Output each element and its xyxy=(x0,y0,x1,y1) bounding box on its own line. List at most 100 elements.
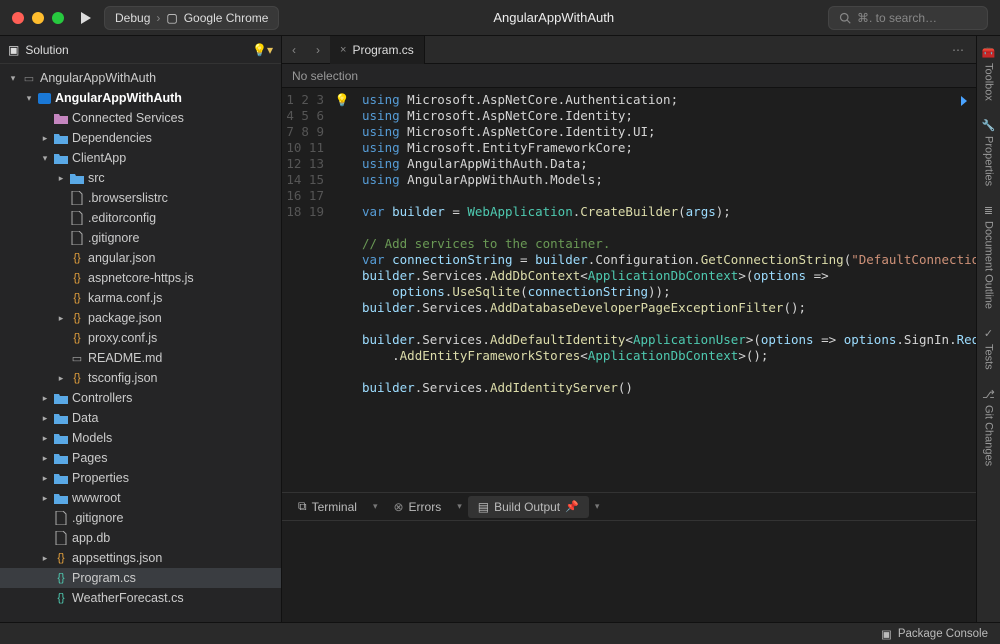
disclosure-icon[interactable]: ▸ xyxy=(40,493,50,504)
cs-icon: {} xyxy=(54,571,68,585)
run-config-picker[interactable]: Debug › ▢ Google Chrome xyxy=(104,6,279,30)
solution-sidebar: ▣ Solution 💡▾ ▾▭AngularAppWithAuth▾Angul… xyxy=(0,36,282,622)
rail-properties[interactable]: 🔧Properties xyxy=(982,119,996,186)
tree-node[interactable]: Connected Services xyxy=(0,108,281,128)
toolbox-icon: 🧰 xyxy=(982,46,996,59)
target-name: Google Chrome xyxy=(184,11,269,25)
file-icon xyxy=(70,211,84,225)
folder-icon xyxy=(54,411,68,425)
status-bar: ▣ Package Console xyxy=(0,622,1000,644)
disclosure-icon[interactable]: ▸ xyxy=(56,313,66,324)
tab-close-icon[interactable]: × xyxy=(340,44,346,56)
tree-node[interactable]: {}Program.cs xyxy=(0,568,281,588)
chevron-down-icon[interactable]: ▾ xyxy=(455,501,464,512)
tree-node[interactable]: ▸{}appsettings.json xyxy=(0,548,281,568)
disclosure-icon[interactable]: ▸ xyxy=(40,133,50,144)
disclosure-icon[interactable]: ▾ xyxy=(40,153,50,164)
rail-tests[interactable]: ✓Tests xyxy=(983,327,995,370)
disclosure-icon[interactable]: ▾ xyxy=(24,93,34,104)
tree-label: WeatherForecast.cs xyxy=(72,591,184,605)
tree-label: appsettings.json xyxy=(72,551,162,565)
rail-document-outline[interactable]: ≣Document Outline xyxy=(983,204,995,309)
nav-forward-button[interactable]: › xyxy=(306,43,330,57)
tree-node[interactable]: {}WeatherForecast.cs xyxy=(0,588,281,608)
status-package-console[interactable]: Package Console xyxy=(898,628,988,640)
disclosure-icon[interactable]: ▸ xyxy=(40,413,50,424)
bottom-panel: ⧉ Terminal ▾ ⊗ Errors ▾ ▤ Build Output 📌… xyxy=(282,492,976,622)
tree-node[interactable]: ▭ README.md xyxy=(0,348,281,368)
tree-label: README.md xyxy=(88,351,162,365)
tree-label: karma.conf.js xyxy=(88,291,162,305)
tree-node[interactable]: .browserslistrc xyxy=(0,188,281,208)
global-search[interactable]: ⌘. to search… xyxy=(828,6,988,30)
minimize-window-button[interactable] xyxy=(32,12,44,24)
build-icon: ▤ xyxy=(478,500,489,514)
build-output-body[interactable] xyxy=(282,521,976,622)
tree-node[interactable]: ▾▭AngularAppWithAuth xyxy=(0,68,281,88)
glyph-margin: 💡 xyxy=(332,88,352,492)
rail-git-changes[interactable]: ⎇Git Changes xyxy=(982,388,995,466)
disclosure-icon[interactable]: ▸ xyxy=(56,373,66,384)
tree-node[interactable]: ▸src xyxy=(0,168,281,188)
tree-label: angular.json xyxy=(88,251,155,265)
disclosure-icon[interactable]: ▸ xyxy=(40,433,50,444)
tree-node[interactable]: ▸Models xyxy=(0,428,281,448)
code-content[interactable]: using Microsoft.AspNetCore.Authenticatio… xyxy=(352,88,976,492)
disclosure-icon[interactable]: ▸ xyxy=(40,393,50,404)
window-title: AngularAppWithAuth xyxy=(279,10,828,25)
chevron-down-icon[interactable]: ▾ xyxy=(371,501,380,512)
tree-node[interactable]: ▸Properties xyxy=(0,468,281,488)
disclosure-icon[interactable]: ▸ xyxy=(40,473,50,484)
lightbulb-icon[interactable]: 💡▾ xyxy=(252,43,273,57)
disclosure-icon[interactable]: ▸ xyxy=(56,173,66,184)
file-icon xyxy=(70,231,84,245)
chevron-down-icon[interactable]: ▾ xyxy=(593,501,602,512)
disclosure-icon[interactable]: ▾ xyxy=(8,73,18,84)
maximize-window-button[interactable] xyxy=(52,12,64,24)
disclosure-icon[interactable]: ▸ xyxy=(40,553,50,564)
search-placeholder: ⌘. to search… xyxy=(857,11,937,25)
tree-node[interactable]: {}karma.conf.js xyxy=(0,288,281,308)
tab-program-cs[interactable]: × Program.cs xyxy=(330,36,425,64)
breadcrumb-text: No selection xyxy=(292,69,358,83)
tree-node[interactable]: ▾AngularAppWithAuth xyxy=(0,88,281,108)
git-icon: ⎇ xyxy=(982,388,995,401)
rail-toolbox[interactable]: 🧰Toolbox xyxy=(982,46,996,101)
breadcrumb-bar[interactable]: No selection xyxy=(282,64,976,88)
lightbulb-icon[interactable]: 💡 xyxy=(335,93,350,107)
tree-node[interactable]: app.db xyxy=(0,528,281,548)
tree-label: app.db xyxy=(72,531,110,545)
tab-terminal[interactable]: ⧉ Terminal xyxy=(288,495,367,518)
nav-back-button[interactable]: ‹ xyxy=(282,43,306,57)
tree-node[interactable]: ▸Controllers xyxy=(0,388,281,408)
solution-tree[interactable]: ▾▭AngularAppWithAuth▾AngularAppWithAuth C… xyxy=(0,64,281,622)
json-icon: {} xyxy=(70,371,84,385)
tree-label: Connected Services xyxy=(72,111,184,125)
tree-node[interactable]: ▸{}package.json xyxy=(0,308,281,328)
tab-errors[interactable]: ⊗ Errors xyxy=(383,496,451,518)
tree-node[interactable]: {}aspnetcore-https.js xyxy=(0,268,281,288)
tree-label: package.json xyxy=(88,311,162,325)
tree-node[interactable]: .gitignore xyxy=(0,508,281,528)
outline-icon: ≣ xyxy=(984,204,993,217)
tree-node[interactable]: .editorconfig xyxy=(0,208,281,228)
code-editor[interactable]: 1 2 3 4 5 6 7 8 9 10 11 12 13 14 15 16 1… xyxy=(282,88,976,492)
tree-node[interactable]: ▸wwwroot xyxy=(0,488,281,508)
md-icon: ▭ xyxy=(70,351,84,365)
close-window-button[interactable] xyxy=(12,12,24,24)
tree-node[interactable]: ▸Dependencies xyxy=(0,128,281,148)
tree-node[interactable]: {}angular.json xyxy=(0,248,281,268)
tab-build-output[interactable]: ▤ Build Output 📌 xyxy=(468,496,589,518)
disclosure-icon[interactable]: ▸ xyxy=(40,453,50,464)
tree-node[interactable]: ▸{}tsconfig.json xyxy=(0,368,281,388)
pin-icon[interactable]: 📌 xyxy=(565,500,579,513)
tree-node[interactable]: ▸Data xyxy=(0,408,281,428)
tree-node[interactable]: .gitignore xyxy=(0,228,281,248)
line-number-gutter: 1 2 3 4 5 6 7 8 9 10 11 12 13 14 15 16 1… xyxy=(282,88,332,492)
tree-node[interactable]: ▾ClientApp xyxy=(0,148,281,168)
tree-node[interactable]: ▸Pages xyxy=(0,448,281,468)
tree-node[interactable]: {}proxy.conf.js xyxy=(0,328,281,348)
folder-icon xyxy=(54,151,68,165)
run-button[interactable] xyxy=(80,11,92,25)
editor-overflow-button[interactable]: ⋯ xyxy=(940,43,976,57)
